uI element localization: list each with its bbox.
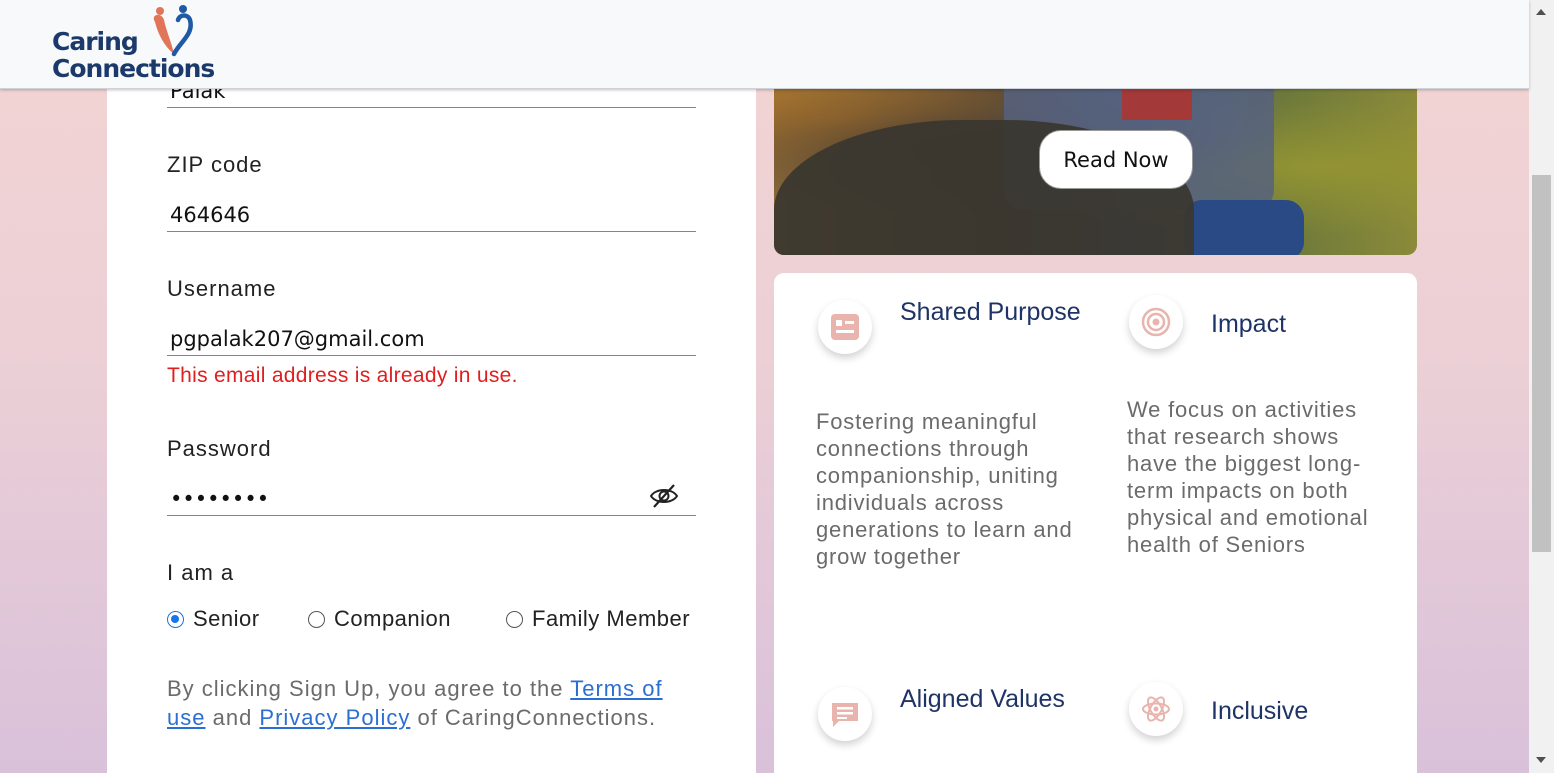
feature-title-impact: Impact bbox=[1211, 310, 1287, 338]
logo-wordmark: Caring Connections bbox=[52, 27, 215, 83]
atom-icon bbox=[1129, 682, 1183, 736]
page-scrollbar[interactable] bbox=[1529, 0, 1554, 773]
hero-photo: Read Now bbox=[774, 60, 1417, 255]
password-field[interactable] bbox=[167, 482, 696, 516]
terms-suffix: of CaringConnections. bbox=[410, 705, 657, 730]
password-label: Password bbox=[167, 436, 272, 461]
radio-companion-circle[interactable] bbox=[308, 610, 325, 628]
scroll-up-arrow-icon[interactable] bbox=[1536, 9, 1546, 15]
scroll-down-arrow-icon[interactable] bbox=[1536, 757, 1546, 763]
terms-notice: By clicking Sign Up, you agree to the Te… bbox=[167, 674, 707, 732]
logo-line-1: Caring bbox=[52, 27, 139, 56]
radio-senior[interactable]: Senior bbox=[167, 606, 260, 632]
radio-family-member-circle[interactable] bbox=[506, 610, 523, 628]
radio-companion[interactable]: Companion bbox=[308, 606, 451, 632]
username-field[interactable] bbox=[167, 322, 696, 356]
radio-companion-label: Companion bbox=[334, 606, 452, 631]
scrollbar-thumb[interactable] bbox=[1532, 175, 1551, 552]
feature-title-shared-purpose: Shared Purpose bbox=[900, 298, 1081, 326]
terms-prefix: By clicking Sign Up, you agree to the bbox=[167, 676, 571, 701]
feature-title-aligned-values: Aligned Values bbox=[900, 685, 1065, 713]
target-icon bbox=[1129, 295, 1183, 349]
site-header: Caring Connections bbox=[0, 0, 1529, 89]
feature-desc-impact: We focus on activities that research sho… bbox=[1127, 397, 1369, 557]
eye-slash-icon[interactable] bbox=[649, 482, 679, 510]
read-now-button[interactable]: Read Now bbox=[1039, 130, 1193, 189]
caring-connections-logo[interactable]: Caring Connections bbox=[52, 4, 232, 86]
radio-senior-label: Senior bbox=[193, 606, 260, 631]
photo-red-garment bbox=[1122, 90, 1192, 120]
privacy-policy-link[interactable]: Privacy Policy bbox=[259, 705, 410, 730]
feature-desc-shared-purpose: Fostering meaningful connections through… bbox=[816, 409, 1073, 569]
radio-family-member[interactable]: Family Member bbox=[506, 606, 690, 632]
feature-title-inclusive: Inclusive bbox=[1211, 697, 1309, 725]
radio-senior-circle[interactable] bbox=[167, 610, 184, 628]
radio-family-member-label: Family Member bbox=[532, 606, 691, 631]
role-label: I am a bbox=[167, 560, 235, 585]
photo-jeans bbox=[1184, 200, 1304, 255]
zip-field[interactable] bbox=[167, 198, 696, 232]
terms-and: and bbox=[205, 705, 260, 730]
chat-icon bbox=[818, 687, 872, 741]
features-card: Shared Purpose Fostering meaningful conn… bbox=[774, 273, 1417, 773]
logo-line-2: Connections bbox=[52, 54, 215, 83]
username-label: Username bbox=[167, 276, 277, 301]
id-card-icon bbox=[818, 300, 872, 354]
username-error-message: This email address is already in use. bbox=[167, 364, 518, 387]
signup-form-card: ZIP code Username This email address is … bbox=[107, 60, 756, 773]
zip-label: ZIP code bbox=[167, 152, 263, 177]
role-radio-group: Senior Companion Family Member bbox=[167, 606, 696, 636]
